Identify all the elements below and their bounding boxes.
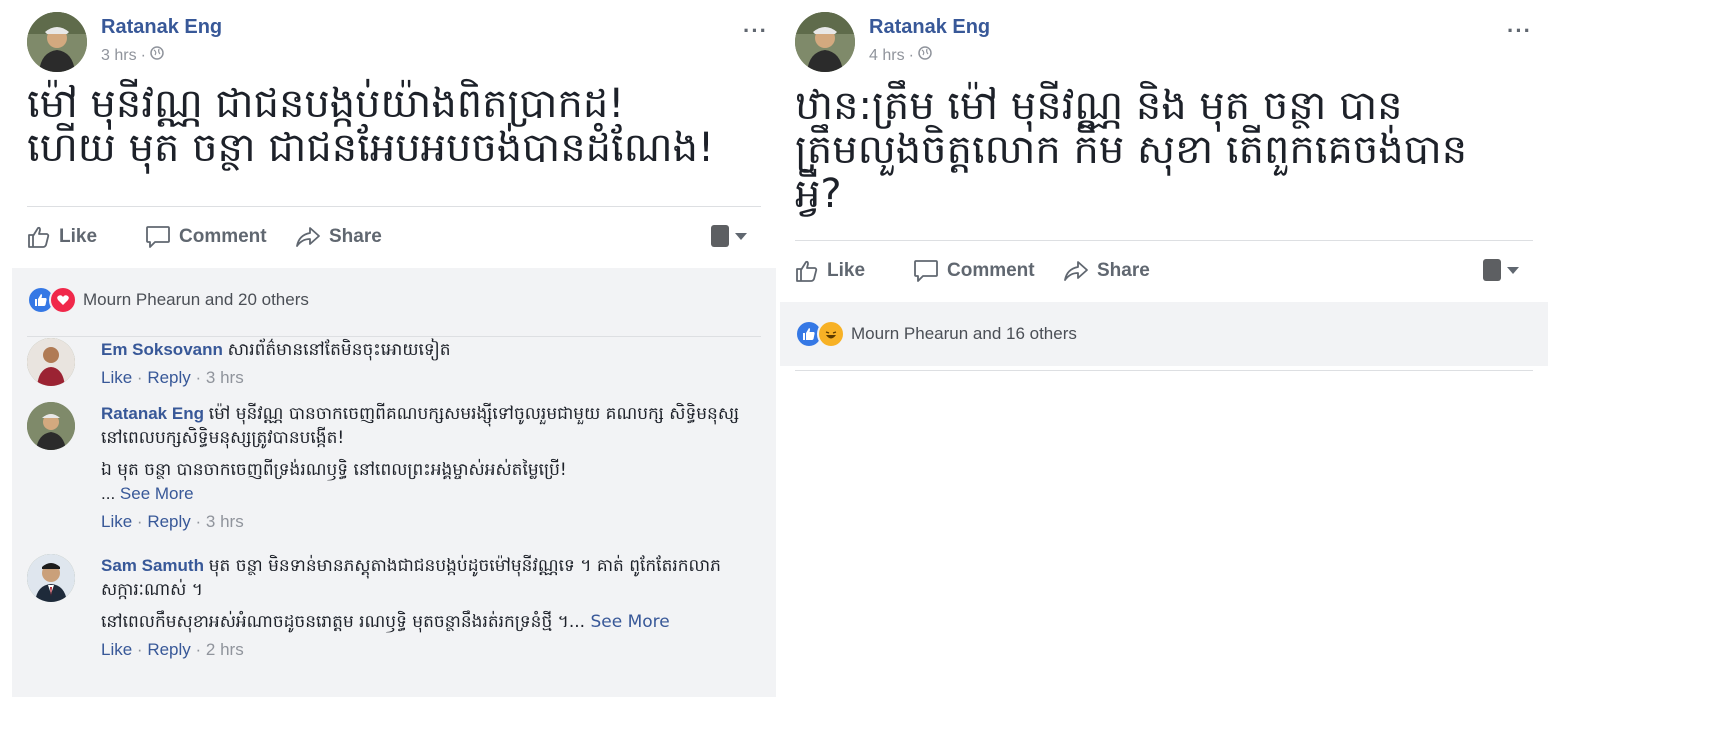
- comment-like-link[interactable]: Like: [101, 512, 132, 531]
- like-button[interactable]: Like: [795, 259, 865, 283]
- separator: ·: [195, 512, 206, 531]
- commenter-avatar[interactable]: [27, 402, 75, 450]
- comment-actions: Like · Reply · 3 hrs: [101, 366, 751, 390]
- post-header: Ratanak Eng 3 hrs · ···: [27, 12, 776, 72]
- share-arrow-icon: [295, 225, 321, 249]
- page-avatar-icon: [1483, 259, 1501, 281]
- comment-label: Comment: [179, 226, 267, 247]
- comment-button[interactable]: Comment: [145, 225, 267, 249]
- comment-reply-link[interactable]: Reply: [147, 512, 190, 531]
- see-more-link[interactable]: See More: [590, 612, 669, 632]
- share-arrow-icon: [1063, 259, 1089, 283]
- chevron-down-icon: [735, 232, 747, 240]
- author-avatar[interactable]: [795, 12, 855, 72]
- share-button[interactable]: Share: [295, 225, 382, 249]
- commenter-avatar[interactable]: [27, 338, 75, 386]
- page-avatar-icon: [711, 225, 729, 247]
- thumbs-up-icon: [795, 259, 819, 283]
- feedback-section: Mourn Phearun and 16 others: [780, 302, 1548, 371]
- comment-timestamp[interactable]: 3 hrs: [206, 512, 244, 531]
- commenter-name[interactable]: Ratanak Eng: [101, 404, 204, 423]
- ellipsis-icon[interactable]: ···: [1507, 18, 1532, 44]
- comment-actions: Like · Reply · 3 hrs: [101, 510, 751, 534]
- share-button[interactable]: Share: [1063, 259, 1150, 283]
- separator: ·: [136, 640, 148, 659]
- post-meta: 3 hrs ·: [101, 46, 164, 65]
- comment-reply-link[interactable]: Reply: [147, 640, 190, 659]
- post-action-bar: Like Comment Share: [27, 206, 761, 267]
- speech-bubble-icon: [913, 259, 939, 283]
- reactions-summary: Mourn Phearun and 16 others: [795, 316, 1533, 371]
- comment-timestamp[interactable]: 3 hrs: [206, 368, 244, 387]
- reactions-count-text[interactable]: Mourn Phearun and 16 others: [851, 324, 1077, 344]
- comment-text-paragraph: ឯ មុត ចន្ថា បានចាកចេញពីទ្រង់រណឫទ្ធិ នៅពេ…: [101, 460, 567, 480]
- ellipsis-icon[interactable]: ···: [743, 18, 768, 44]
- post-as-selector[interactable]: [711, 225, 747, 247]
- comment-like-link[interactable]: Like: [101, 368, 132, 387]
- love-reaction-icon[interactable]: [49, 286, 77, 314]
- comment-button[interactable]: Comment: [913, 259, 1035, 283]
- share-label: Share: [1097, 260, 1150, 281]
- reactions-summary: Mourn Phearun and 20 others: [27, 282, 761, 337]
- like-label: Like: [59, 226, 98, 247]
- separator: ·: [195, 368, 206, 387]
- post-card-2: Ratanak Eng 4 hrs · ··· ឋាន:ត្រឹម ម៉ៅ មុ…: [780, 0, 1548, 371]
- globe-icon[interactable]: [150, 46, 164, 65]
- see-more-link[interactable]: See More: [120, 484, 194, 503]
- comment-like-link[interactable]: Like: [101, 640, 132, 659]
- like-label: Like: [827, 260, 866, 281]
- comment-body: Ratanak Eng ម៉ៅ មុនីវណ្ណ បានចាកចេញពីគណបក…: [101, 402, 751, 534]
- post-timestamp[interactable]: 3 hrs: [101, 47, 137, 65]
- separator: ·: [136, 512, 148, 531]
- post-as-selector[interactable]: [1483, 259, 1519, 281]
- comment-actions: Like · Reply · 2 hrs: [101, 638, 751, 662]
- comment-body: Sam Samuth មុត ចន្ថា មិនទាន់មានភស្តុតាងជ…: [101, 554, 751, 662]
- comment-text-paragraph-content: នៅពេលកឹមសុខាអស់អំណាចដូចនរោត្តម រណឫទ្ធិ ម…: [101, 612, 569, 632]
- author-avatar[interactable]: [27, 12, 87, 72]
- comment-reply-link[interactable]: Reply: [147, 368, 190, 387]
- speech-bubble-icon: [145, 225, 171, 249]
- haha-reaction-icon[interactable]: [817, 320, 845, 348]
- post-message: ម៉ៅ មុនីវណ្ណ ជាជនបង្កប់យ៉ាងពិតប្រាកដ! ហើ…: [27, 81, 714, 171]
- share-label: Share: [329, 226, 382, 247]
- comment-label: Comment: [947, 260, 1035, 281]
- post-timestamp[interactable]: 4 hrs: [869, 47, 905, 65]
- post-header: Ratanak Eng 4 hrs · ···: [795, 12, 1548, 72]
- post-meta: 4 hrs ·: [869, 46, 932, 65]
- thumbs-up-icon: [27, 225, 51, 249]
- author-name[interactable]: Ratanak Eng: [101, 16, 222, 39]
- comment-text-paragraph: នៅពេលកឹមសុខាអស់អំណាចដូចនរោត្តម រណឫទ្ធិ ម…: [101, 612, 670, 632]
- comment-text: សារព័ត៌មាននៅតែមិនចុះអោយទៀត: [227, 340, 451, 360]
- comment-timestamp[interactable]: 2 hrs: [206, 640, 244, 659]
- post-action-bar: Like Comment Share: [795, 240, 1533, 301]
- separator: ·: [195, 640, 206, 659]
- post-card-1: Ratanak Eng 3 hrs · ··· ម៉ៅ មុនីវណ្ណ ជាជ…: [12, 0, 776, 697]
- chevron-down-icon: [1507, 266, 1519, 274]
- meta-separator: ·: [140, 46, 146, 64]
- comment-body: Em Soksovann សារព័ត៌មាននៅតែមិនចុះអោយទៀត …: [101, 338, 751, 390]
- like-button[interactable]: Like: [27, 225, 97, 249]
- reactions-count-text[interactable]: Mourn Phearun and 20 others: [83, 290, 309, 310]
- globe-icon[interactable]: [918, 46, 932, 65]
- meta-separator: ·: [908, 46, 914, 64]
- author-name[interactable]: Ratanak Eng: [869, 16, 990, 39]
- commenter-avatar[interactable]: [27, 554, 75, 602]
- commenter-name[interactable]: Sam Samuth: [101, 556, 204, 575]
- feedback-section: Mourn Phearun and 20 others Em Soksovann…: [12, 268, 776, 697]
- post-message: ឋាន:ត្រឹម ម៉ៅ មុនីវណ្ណ និង មុត ចន្ថា បាន…: [795, 83, 1468, 217]
- separator: ·: [136, 368, 148, 387]
- commenter-name[interactable]: Em Soksovann: [101, 340, 223, 359]
